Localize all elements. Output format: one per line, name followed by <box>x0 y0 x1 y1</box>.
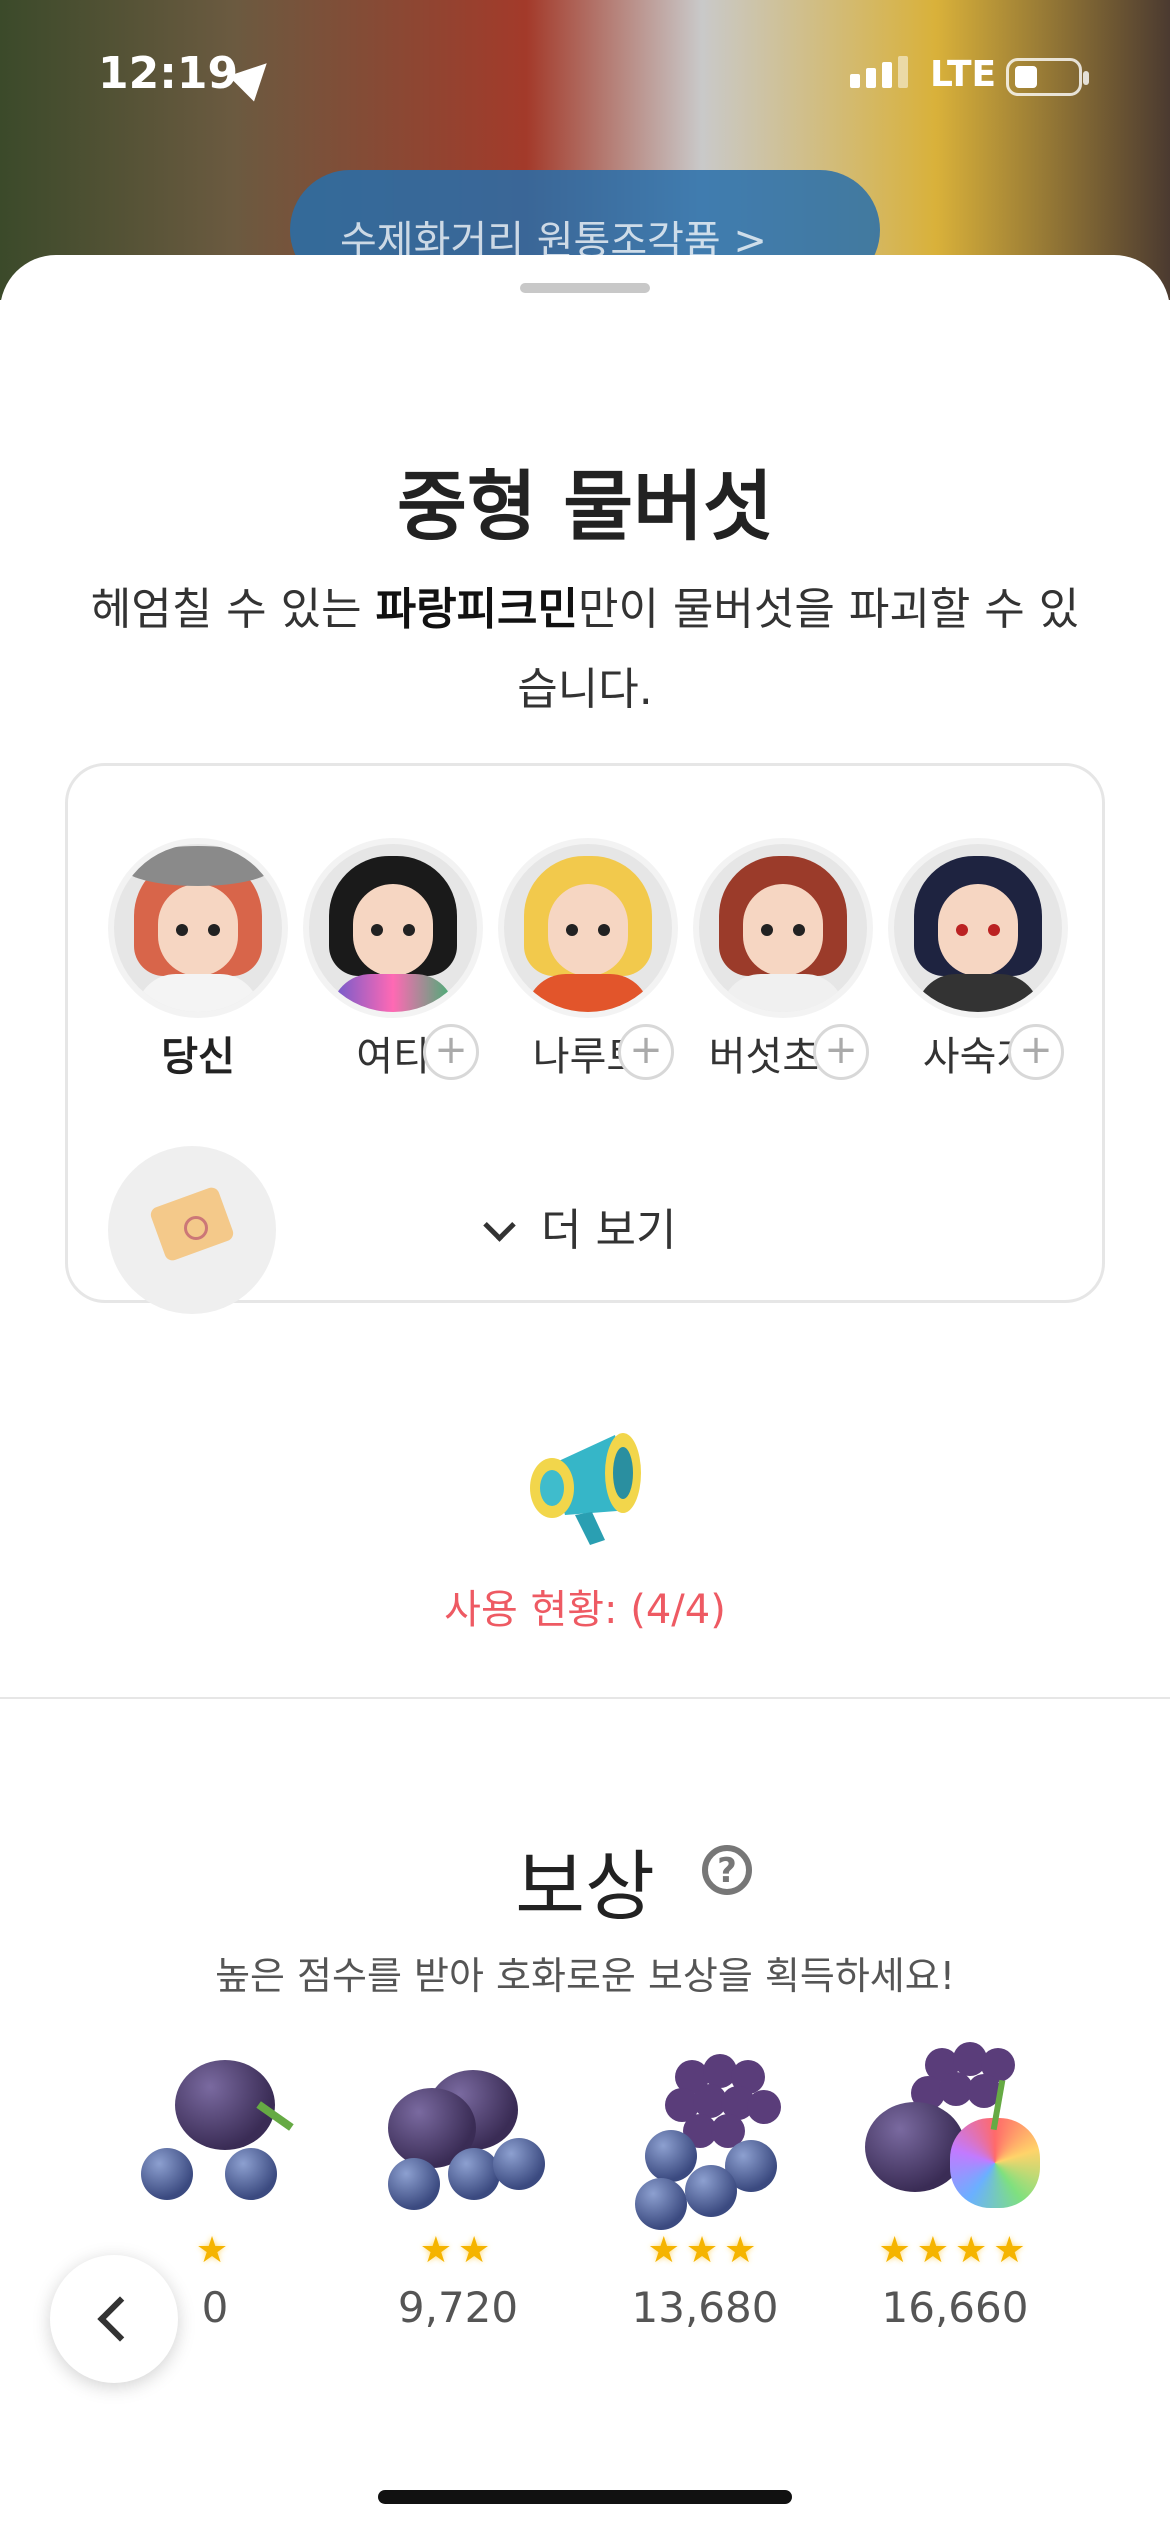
avatar <box>699 844 867 1012</box>
member-item[interactable]: + 여티 <box>303 844 483 1082</box>
sheet-grabber[interactable] <box>520 283 650 293</box>
star-rating: ★★★★ <box>878 2230 1032 2271</box>
bottom-sheet: 중형 물버섯 헤엄칠 수 있는 파랑피크민만이 물버섯을 파괴할 수 있습니다.… <box>0 255 1170 2532</box>
more-button[interactable]: 더 보기 <box>483 1194 677 1258</box>
fruit-reward-icon <box>348 2030 568 2230</box>
rewards-subtitle: 높은 점수를 받아 호화로운 보상을 획득하세요! <box>215 1954 955 1998</box>
members-card: 당신 + 여티 + 나루토 + 버섯초... + 사숙게 더 보기 <box>65 763 1105 1314</box>
member-you[interactable]: 당신 <box>108 844 288 1082</box>
add-friend-icon[interactable]: + <box>1008 1024 1064 1080</box>
help-icon[interactable]: ? <box>702 1845 752 1895</box>
chevron-left-icon <box>97 2296 143 2342</box>
fruit-reward-icon <box>845 2030 1065 2230</box>
reward-tier-2: ★★ 9,720 <box>348 2030 568 2332</box>
member-item[interactable]: + 나루토 <box>498 844 678 1082</box>
star-rating: ★★★ <box>647 2230 763 2271</box>
megaphone-icon <box>530 1433 641 1545</box>
add-friend-icon[interactable]: + <box>618 1024 674 1080</box>
member-name: 당신 <box>161 1034 235 1080</box>
more-label: 더 보기 <box>541 1205 677 1256</box>
chevron-down-icon <box>483 1209 516 1242</box>
divider <box>0 1697 1170 1699</box>
tier-score: 13,680 <box>631 2283 779 2332</box>
avatar <box>114 844 282 1012</box>
status-time: 12:19 <box>98 48 239 99</box>
member-item[interactable]: + 사숙게 <box>888 844 1068 1082</box>
avatar <box>309 844 477 1012</box>
description-text-end: 만이 물버섯을 파괴할 수 있습니다. <box>517 584 1080 715</box>
description-highlight: 파랑피크민 <box>375 584 578 635</box>
home-indicator[interactable] <box>378 2490 792 2504</box>
signal-icon <box>850 56 908 88</box>
page-title: 중형 물버섯 <box>396 462 774 551</box>
usage-status: 사용 현황: (4/4) <box>444 1587 726 1633</box>
network-label: LTE <box>930 54 997 95</box>
description: 헤엄칠 수 있는 파랑피크민만이 물버섯을 파괴할 수 있습니다. <box>90 570 1080 730</box>
reward-tier-4: ★★★★ 16,660 <box>845 2030 1065 2332</box>
member-item[interactable]: + 버섯초... <box>693 844 873 1082</box>
add-friend-icon[interactable]: + <box>813 1024 869 1080</box>
back-button[interactable] <box>50 2255 178 2383</box>
avatar <box>504 844 672 1012</box>
avatar <box>894 844 1062 1012</box>
star-rating: ★★ <box>419 2230 497 2271</box>
rewards-title: 보상 <box>515 1842 655 1931</box>
description-text: 헤엄칠 수 있는 <box>90 584 376 635</box>
add-friend-icon[interactable]: + <box>423 1024 479 1080</box>
fruit-reward-icon <box>595 2030 815 2230</box>
ticket-slot-icon[interactable] <box>108 1146 276 1314</box>
fruit-reward-icon <box>105 2030 325 2230</box>
tier-score: 9,720 <box>397 2283 519 2332</box>
tier-score: 16,660 <box>881 2283 1029 2332</box>
reward-tier-3: ★★★ 13,680 <box>595 2030 815 2332</box>
status-bar: 12:19 LTE <box>0 0 1170 150</box>
battery-icon <box>1006 58 1089 96</box>
